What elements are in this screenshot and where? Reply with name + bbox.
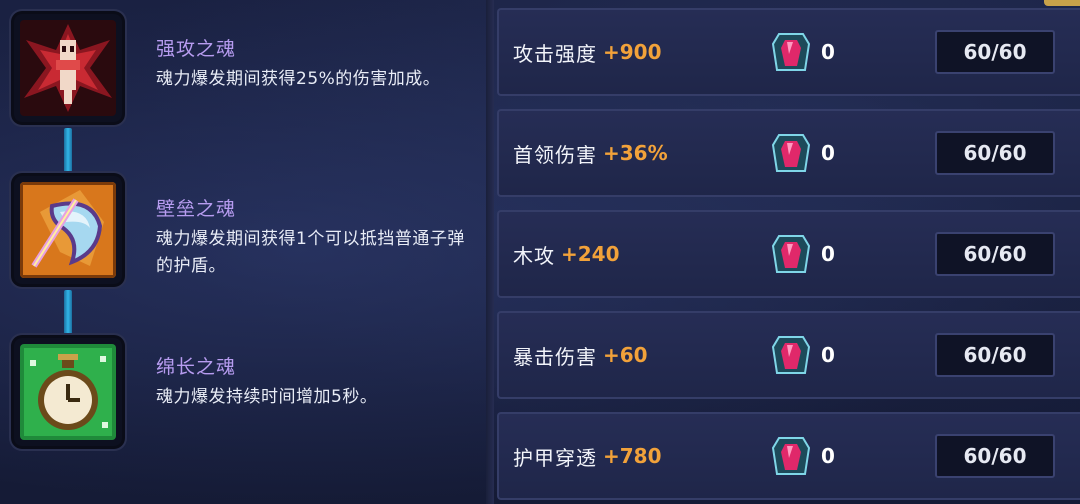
skill-icon-1[interactable] (14, 14, 122, 122)
level-box[interactable]: 60/60 (935, 434, 1055, 478)
skill-icon-2[interactable] (14, 176, 122, 284)
stat-label: 攻击强度 +900 (513, 10, 662, 94)
stat-label: 暴击伤害 +60 (513, 313, 648, 397)
stat-name: 攻击强度 (513, 41, 597, 66)
level-box[interactable]: 60/60 (935, 131, 1055, 175)
level-box[interactable]: 60/60 (935, 30, 1055, 74)
stat-name: 护甲穿透 (513, 445, 597, 470)
shield-icon (20, 182, 116, 278)
stat-bonus: +780 (603, 444, 662, 468)
stat-bonus: +60 (603, 343, 648, 367)
stat-row[interactable]: 攻击强度 +900 0 60/60 (497, 8, 1080, 96)
skill-connector (64, 290, 72, 336)
soul-gem-icon (771, 30, 811, 74)
skill-name-3: 绵长之魂 (156, 356, 237, 378)
soul-gem-icon (771, 333, 811, 377)
gem-count: 0 (821, 444, 835, 468)
stat-name: 首领伤害 (513, 142, 597, 167)
stat-bonus: +36% (603, 141, 668, 165)
stat-row[interactable]: 护甲穿透 +780 0 60/60 (497, 412, 1080, 500)
stat-row[interactable]: 木攻 +240 0 60/60 (497, 210, 1080, 298)
skill-connector (64, 128, 72, 174)
gem-count: 0 (821, 141, 835, 165)
stat-bonus: +240 (561, 242, 620, 266)
soul-gem-icon (771, 131, 811, 175)
stat-label: 护甲穿透 +780 (513, 414, 662, 498)
gem-count: 0 (821, 343, 835, 367)
stat-bonus: +900 (603, 40, 662, 64)
stat-row[interactable]: 首领伤害 +36% 0 60/60 (497, 109, 1080, 197)
skill-name-2: 壁垒之魂 (156, 198, 237, 220)
soul-gem-icon (771, 232, 811, 276)
stat-row[interactable]: 暴击伤害 +60 0 60/60 (497, 311, 1080, 399)
soul-panel: 强攻之魂 魂力爆发期间获得25%的伤害加成。 壁垒之魂 魂力爆发期间获得1个可以… (0, 0, 1080, 504)
level-box[interactable]: 60/60 (935, 333, 1055, 377)
stopwatch-icon (20, 344, 116, 440)
level-box[interactable]: 60/60 (935, 232, 1055, 276)
stat-name: 暴击伤害 (513, 344, 597, 369)
gem-count: 0 (821, 242, 835, 266)
stat-label: 首领伤害 +36% (513, 111, 668, 195)
panel-divider (486, 0, 494, 504)
skill-desc-1: 魂力爆发期间获得25%的伤害加成。 (156, 69, 441, 89)
skill-desc-3: 魂力爆发持续时间增加5秒。 (156, 387, 378, 407)
skill-icon-3[interactable] (14, 338, 122, 446)
stat-name: 木攻 (513, 243, 555, 268)
panel-top-tab (1044, 0, 1080, 6)
red-demon-icon (20, 20, 116, 116)
skill-name-1: 强攻之魂 (156, 38, 237, 60)
skill-desc-2: 魂力爆发期间获得1个可以抵挡普通子弹的护盾。 (156, 229, 465, 276)
soul-gem-icon (771, 434, 811, 478)
stat-label: 木攻 +240 (513, 212, 620, 296)
gem-count: 0 (821, 40, 835, 64)
